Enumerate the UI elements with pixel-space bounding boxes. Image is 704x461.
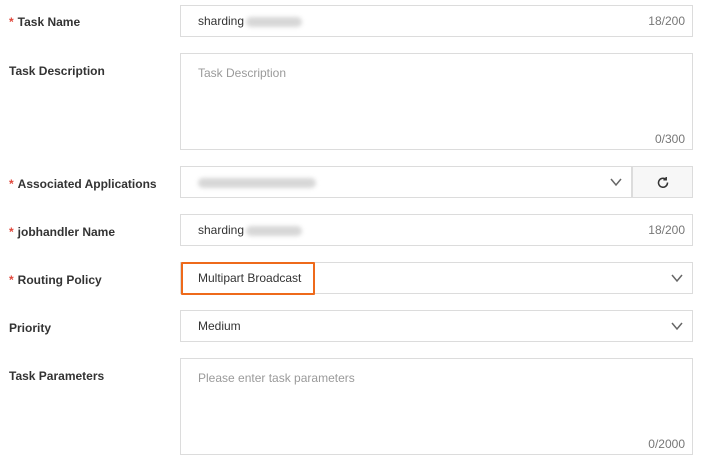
required-marker: *: [9, 225, 14, 239]
task-parameters-textarea[interactable]: Please enter task parameters 0/2000: [180, 358, 693, 455]
routing-policy-value: Multipart Broadcast: [198, 271, 302, 285]
task-description-textarea[interactable]: Task Description 0/300: [180, 53, 693, 150]
redacted-text: [246, 16, 303, 27]
jobhandler-name-char-count: 18/200: [648, 223, 685, 237]
chevron-down-icon[interactable]: [608, 175, 624, 189]
chevron-down-icon[interactable]: [669, 319, 685, 333]
refresh-applications-button[interactable]: [632, 166, 693, 198]
task-name-value: sharding: [198, 14, 245, 28]
task-description-char-count: 0/300: [654, 132, 685, 146]
associated-applications-label: * Associated Applications: [9, 177, 157, 191]
required-marker: *: [9, 273, 14, 287]
task-parameters-label: Task Parameters: [9, 369, 105, 383]
required-marker: *: [9, 177, 14, 191]
associated-applications-select[interactable]: [180, 166, 632, 198]
jobhandler-name-label: * jobhandler Name: [9, 225, 116, 239]
refresh-icon: [657, 177, 669, 188]
required-marker: *: [9, 15, 14, 29]
priority-label: Priority: [9, 321, 52, 335]
jobhandler-name-value: sharding: [198, 223, 245, 237]
chevron-down-icon[interactable]: [669, 271, 685, 285]
task-name-char-count: 18/200: [648, 14, 685, 28]
task-name-input[interactable]: sharding 18/200: [180, 5, 693, 37]
task-description-label: Task Description: [9, 64, 105, 78]
task-name-label: * Task Name: [9, 15, 81, 29]
task-description-placeholder: Task Description: [198, 66, 287, 80]
priority-value: Medium: [198, 319, 241, 333]
redacted-text: [246, 225, 303, 236]
routing-policy-label: * Routing Policy: [9, 273, 102, 287]
priority-select[interactable]: Medium: [180, 310, 693, 342]
redacted-text: [198, 177, 316, 188]
task-parameters-placeholder: Please enter task parameters: [198, 371, 355, 385]
routing-policy-select[interactable]: Multipart Broadcast: [180, 262, 693, 294]
jobhandler-name-input[interactable]: sharding 18/200: [180, 214, 693, 246]
task-parameters-char-count: 0/2000: [648, 437, 685, 451]
